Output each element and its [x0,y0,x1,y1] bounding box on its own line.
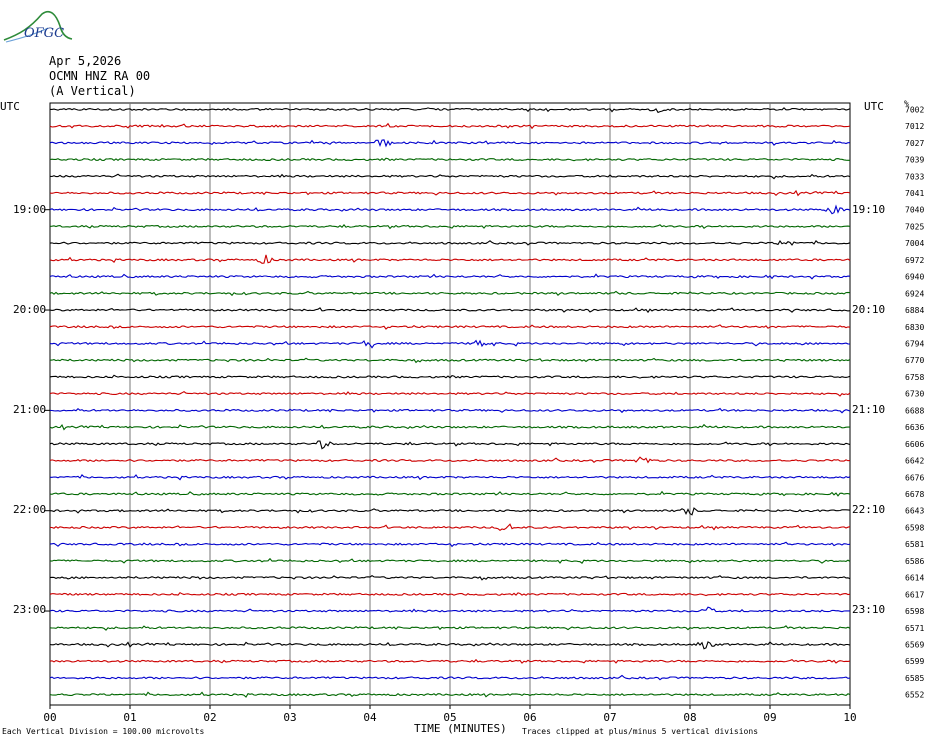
trace-value-label: 7039 [905,156,924,165]
trace-value-label: 6758 [905,373,924,382]
trace-value-label: 7012 [905,122,924,131]
x-tick-label: 09 [763,711,776,724]
scale-note: Each Vertical Division = 100.00 microvol… [2,727,205,736]
trace-value-label: 6586 [905,557,924,566]
trace-value-label: 7002 [905,105,924,114]
trace-value-label: 7040 [905,206,924,215]
trace-value-label: 6636 [905,423,924,432]
trace-value-label: 6585 [905,674,924,683]
x-tick-label: 02 [203,711,216,724]
x-tick-label: 07 [603,711,616,724]
trace-value-label: 6581 [905,540,924,549]
trace-value-label: 6794 [905,339,924,348]
trace-value-label: 6924 [905,289,924,298]
trace-value-label: 6617 [905,590,924,599]
x-tick-label: 03 [283,711,296,724]
trace-value-label: 6606 [905,440,924,449]
trace-value-label: 6571 [905,624,924,633]
trace-value-label: 6643 [905,507,924,516]
x-tick-label: 10 [843,711,856,724]
trace-value-label: 6569 [905,640,924,649]
trace-value-label: 6678 [905,490,924,499]
trace-value-label: 6598 [905,523,924,532]
trace-value-label: 6642 [905,457,924,466]
x-tick-label: 01 [123,711,136,724]
trace-value-label: 6730 [905,390,924,399]
x-tick-label: 00 [43,711,56,724]
trace-value-label: 7004 [905,239,924,248]
trace-value-label: 6940 [905,273,924,282]
trace-value-label: 6676 [905,473,924,482]
x-tick-label: 04 [363,711,377,724]
trace-value-label: 7033 [905,172,924,181]
trace-value-label: 6599 [905,657,924,666]
trace-value-label: 6614 [905,574,924,583]
trace-value-label: 6830 [905,323,924,332]
trace-value-label: 6972 [905,256,924,265]
trace-value-label: 6688 [905,406,924,415]
trace-value-label: 6598 [905,607,924,616]
clip-note: Traces clipped at plus/minus 5 vertical … [522,727,759,736]
trace-value-label: 6884 [905,306,924,315]
x-tick-label: 06 [523,711,536,724]
helicorder-plot: 00 01 02 03 04 05 06 07 08 09 10700270127027703970… [43,102,924,724]
trace-value-label: 7025 [905,222,924,231]
trace-value-label: 6770 [905,356,924,365]
trace-value-label: 7041 [905,189,924,198]
trace-value-label: 6552 [905,691,924,700]
x-tick-label: 08 [683,711,696,724]
trace-value-label: 7027 [905,139,924,148]
x-axis-title: TIME (MINUTES) [414,722,507,735]
